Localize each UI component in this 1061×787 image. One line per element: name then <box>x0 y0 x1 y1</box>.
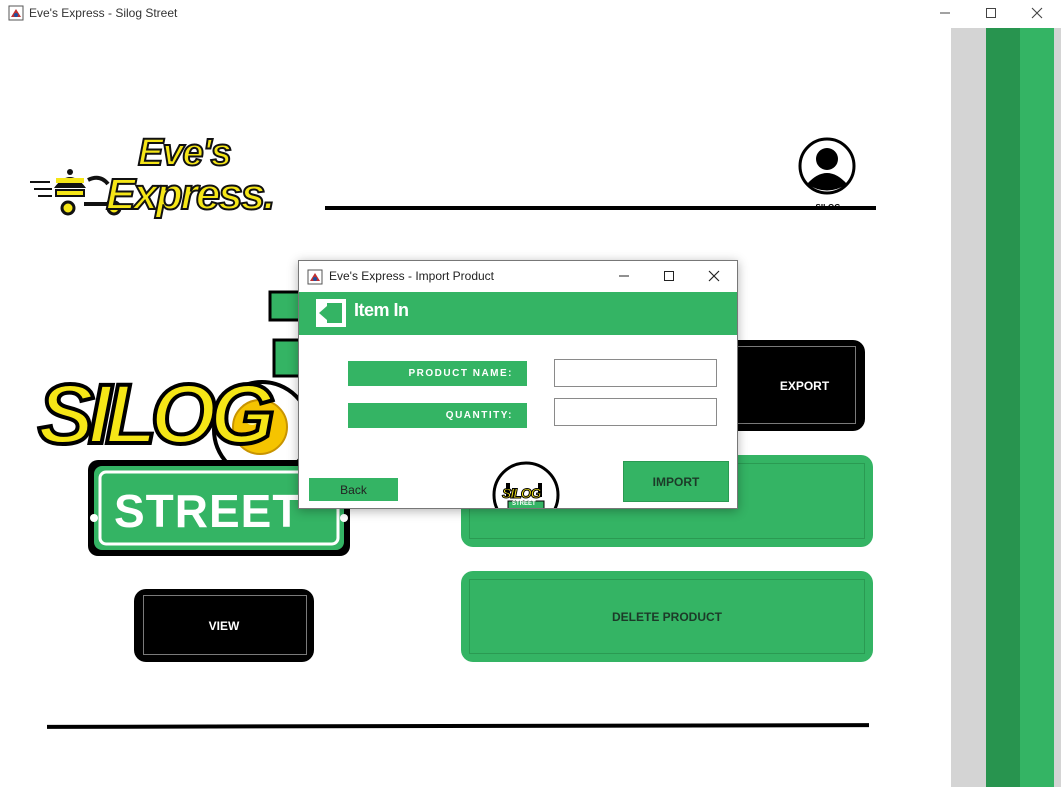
product-name-input[interactable] <box>554 359 717 387</box>
minimize-button[interactable] <box>922 0 968 26</box>
window-title: Eve's Express - Silog Street <box>29 6 178 20</box>
header-divider <box>325 206 876 210</box>
logo-text-eves: Eve's <box>137 131 233 175</box>
dialog-title: Eve's Express - Import Product <box>329 269 495 283</box>
delete-product-button-label: DELETE PRODUCT <box>611 609 722 624</box>
java-app-icon <box>8 5 24 21</box>
close-icon <box>708 270 720 282</box>
footer-divider <box>46 723 870 729</box>
close-button[interactable] <box>1014 0 1060 26</box>
eves-express-logo: Eve's Express. <box>28 131 313 232</box>
dialog-maximize-button[interactable] <box>649 264 689 288</box>
back-button-label: Back <box>340 482 367 497</box>
quantity-label: QUANTITY: <box>348 403 527 428</box>
export-button[interactable]: EXPORT <box>716 340 865 431</box>
view-button-label: VIEW <box>208 618 240 633</box>
delete-product-button[interactable]: DELETE PRODUCT <box>461 571 873 662</box>
maximize-button[interactable] <box>968 0 1014 26</box>
export-button-label: EXPORT <box>779 378 830 393</box>
maximize-icon <box>664 271 674 281</box>
side-stripe-green <box>1020 28 1054 787</box>
dialog-minimize-button[interactable] <box>604 264 644 288</box>
dialog-footer-line <box>415 508 638 509</box>
footer-logo-street-text: STREET <box>512 501 536 507</box>
user-label: SILOG <box>815 203 841 212</box>
silog-logo-text: SILOG <box>36 367 277 461</box>
item-in-icon <box>316 299 346 327</box>
user-circle-icon <box>798 137 856 195</box>
dialog-footer-logo: SILOG STREET <box>492 461 560 508</box>
side-stripe-gray-edge <box>1054 28 1061 787</box>
product-name-label: PRODUCT NAME: <box>348 361 527 386</box>
dialog-close-button[interactable] <box>694 264 734 288</box>
import-button[interactable]: IMPORT <box>623 461 729 502</box>
close-icon <box>1031 7 1043 19</box>
main-window: Eve's Express - Silog Street Eve's Expre… <box>0 0 1061 787</box>
import-product-dialog: Eve's Express - Import Product Item In P… <box>298 260 738 509</box>
minimize-icon <box>619 275 629 277</box>
side-stripe-dark-green <box>986 28 1020 787</box>
dialog-header-title: Item In <box>354 300 409 320</box>
footer-logo-silog-text: SILOG <box>502 485 543 502</box>
title-bar: Eve's Express - Silog Street <box>0 0 1061 27</box>
user-avatar[interactable] <box>798 137 856 195</box>
logo-text-express: Express. <box>105 169 276 220</box>
street-logo-text: STREET <box>114 485 302 537</box>
quantity-input[interactable] <box>554 398 717 426</box>
minimize-icon <box>940 12 950 14</box>
view-button[interactable]: VIEW <box>134 589 314 662</box>
java-app-icon <box>307 269 323 285</box>
side-stripe-gray <box>951 28 986 787</box>
back-button[interactable]: Back <box>309 478 398 501</box>
maximize-icon <box>986 8 996 18</box>
import-button-label: IMPORT <box>652 474 700 489</box>
dialog-header: Item In <box>299 292 737 335</box>
